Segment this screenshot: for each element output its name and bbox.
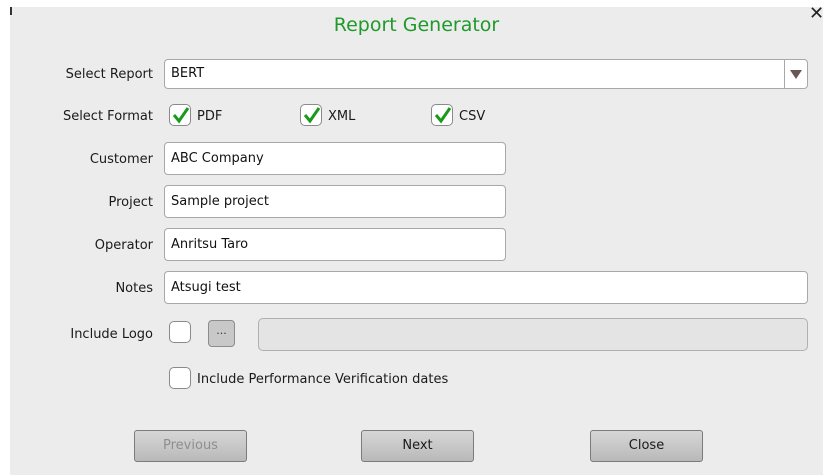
include-logo-checkbox[interactable]	[169, 321, 191, 343]
xml-label: XML	[328, 109, 356, 124]
pdf-checkbox[interactable]	[169, 104, 191, 126]
csv-label: CSV	[459, 109, 486, 124]
project-label: Project	[108, 195, 153, 210]
close-x-icon[interactable]: ✕	[809, 5, 823, 23]
xml-checkbox[interactable]	[300, 104, 322, 126]
perf-verification-checkbox[interactable]	[169, 367, 191, 389]
next-button[interactable]: Next	[361, 430, 474, 462]
browse-logo-button[interactable]: ...	[208, 320, 235, 347]
select-report-label: Select Report	[65, 67, 153, 82]
dropdown-toggle[interactable]	[784, 60, 807, 88]
csv-checkbox[interactable]	[431, 104, 453, 126]
dialog-title: Report Generator	[333, 14, 500, 36]
operator-input[interactable]: Anritsu Taro	[164, 228, 506, 261]
checkmark-icon	[434, 107, 452, 124]
select-format-label: Select Format	[62, 109, 153, 124]
previous-button[interactable]: Previous	[134, 430, 247, 462]
customer-input[interactable]: ABC Company	[164, 142, 506, 175]
notes-label: Notes	[115, 281, 153, 296]
perf-verification-label: Include Performance Verification dates	[197, 372, 449, 387]
logo-path-field[interactable]	[258, 318, 808, 351]
customer-label: Customer	[89, 152, 153, 167]
close-button[interactable]: Close	[590, 430, 703, 462]
pdf-label: PDF	[197, 109, 223, 124]
project-input[interactable]: Sample project	[164, 185, 506, 218]
chevron-down-icon	[790, 70, 802, 79]
select-report-dropdown[interactable]: BERT	[164, 59, 808, 89]
checkmark-icon	[172, 107, 190, 124]
operator-label: Operator	[94, 238, 153, 253]
window-corner-mark	[10, 7, 12, 15]
include-logo-label: Include Logo	[70, 327, 153, 342]
select-report-value: BERT	[171, 66, 205, 81]
notes-input[interactable]: Atsugi test	[164, 271, 808, 304]
checkmark-icon	[303, 107, 321, 124]
